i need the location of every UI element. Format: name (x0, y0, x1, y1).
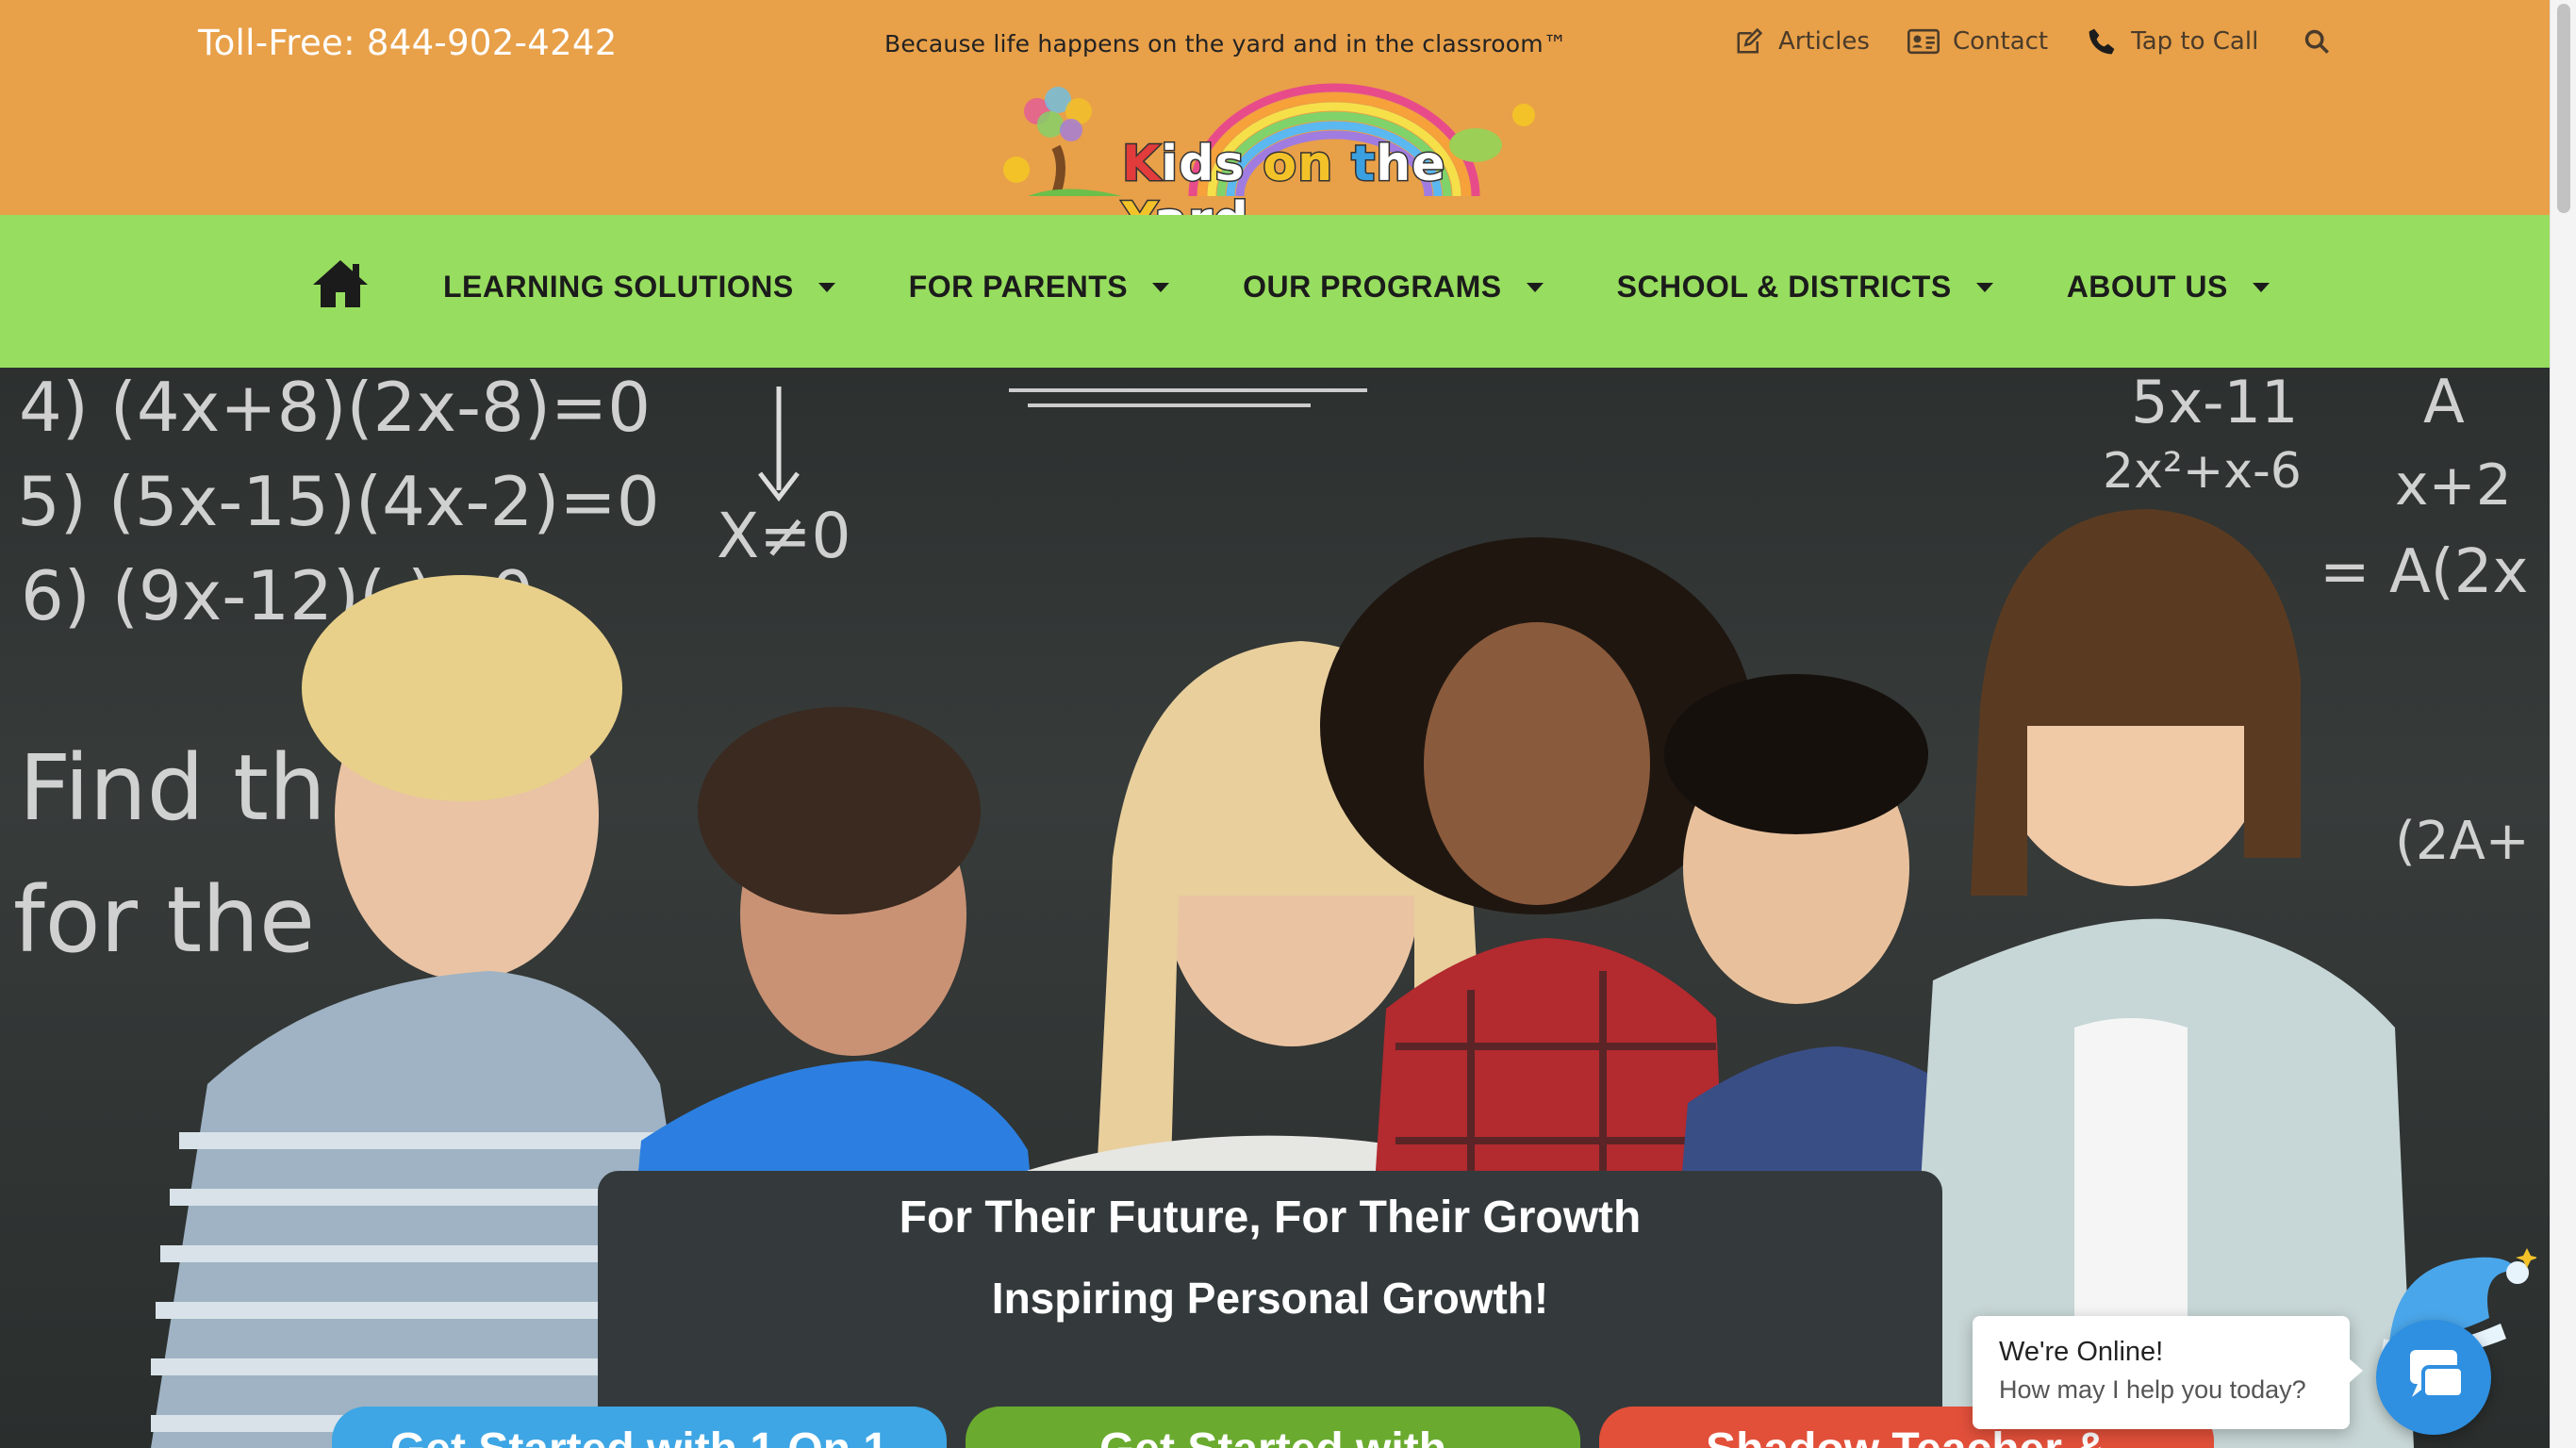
tap-to-call-link[interactable]: Tap to Call (2086, 25, 2258, 58)
cta-get-started-button[interactable]: Get Started with (966, 1407, 1580, 1448)
top-bar: Toll-Free: 844-902-4242 Because life hap… (0, 0, 2550, 251)
caret-down-icon (1526, 282, 1544, 292)
cta-one-on-one-button[interactable]: Get Started with 1 On 1 (332, 1407, 947, 1448)
nav-label: ABOUT US (2066, 270, 2228, 304)
chat-title: We're Online! (1999, 1337, 2164, 1367)
nav-label: SCHOOL & DISTRICTS (1616, 270, 1952, 304)
nav-label: FOR PARENTS (908, 270, 1129, 304)
search-icon[interactable] (2300, 25, 2334, 58)
nav-about-us[interactable]: ABOUT US (2067, 270, 2270, 304)
contact-card-icon (1907, 25, 1940, 58)
chat-open-button[interactable] (2376, 1320, 2491, 1435)
nav-our-programs[interactable]: OUR PROGRAMS (1243, 270, 1544, 304)
contact-link[interactable]: Contact (1907, 25, 2048, 58)
chat-tail (2348, 1358, 2363, 1384)
contact-label: Contact (1952, 27, 2049, 56)
phone-icon (2086, 25, 2118, 58)
nav-menu: LEARNING SOLUTIONS FOR PARENTS OUR PROGR… (443, 270, 2343, 304)
chat-subtitle: How may I help you today? (1999, 1375, 2306, 1404)
site-logo[interactable]: Kids on the Yard (990, 83, 1556, 251)
caret-down-icon (1975, 282, 1993, 292)
toll-free-link[interactable]: Toll-Free: 844-902-4242 (198, 23, 618, 63)
chat-icon (2410, 1350, 2465, 1399)
nav-school-districts[interactable]: SCHOOL & DISTRICTS (1617, 270, 1993, 304)
chat-greeting[interactable]: We're Online! How may I help you today? (1973, 1316, 2363, 1429)
edit-icon (1733, 25, 1765, 58)
caret-down-icon (1152, 282, 1170, 292)
nav-learning-solutions[interactable]: LEARNING SOLUTIONS (443, 270, 835, 304)
articles-link[interactable]: Articles (1733, 25, 1870, 58)
tap-to-call-label: Tap to Call (2131, 27, 2259, 56)
hero-heading: For Their Future, For Their Growth (899, 1193, 1642, 1242)
articles-label: Articles (1778, 27, 1870, 56)
tagline: Because life happens on the yard and in … (884, 30, 1567, 58)
nav-label: LEARNING SOLUTIONS (443, 270, 794, 304)
hero-subheading: Inspiring Personal Growth! (991, 1274, 1549, 1323)
main-nav: LEARNING SOLUTIONS FOR PARENTS OUR PROGR… (0, 215, 2550, 368)
home-icon[interactable] (311, 258, 370, 317)
scroll-thumb[interactable] (2557, 4, 2570, 213)
page-scrollbar[interactable] (2550, 0, 2576, 1448)
caret-down-icon (817, 282, 835, 292)
top-links: Articles Contact Tap to Call (1733, 25, 2334, 58)
nav-for-parents[interactable]: FOR PARENTS (908, 270, 1170, 304)
nav-label: OUR PROGRAMS (1243, 270, 1502, 304)
caret-down-icon (2252, 282, 2270, 292)
